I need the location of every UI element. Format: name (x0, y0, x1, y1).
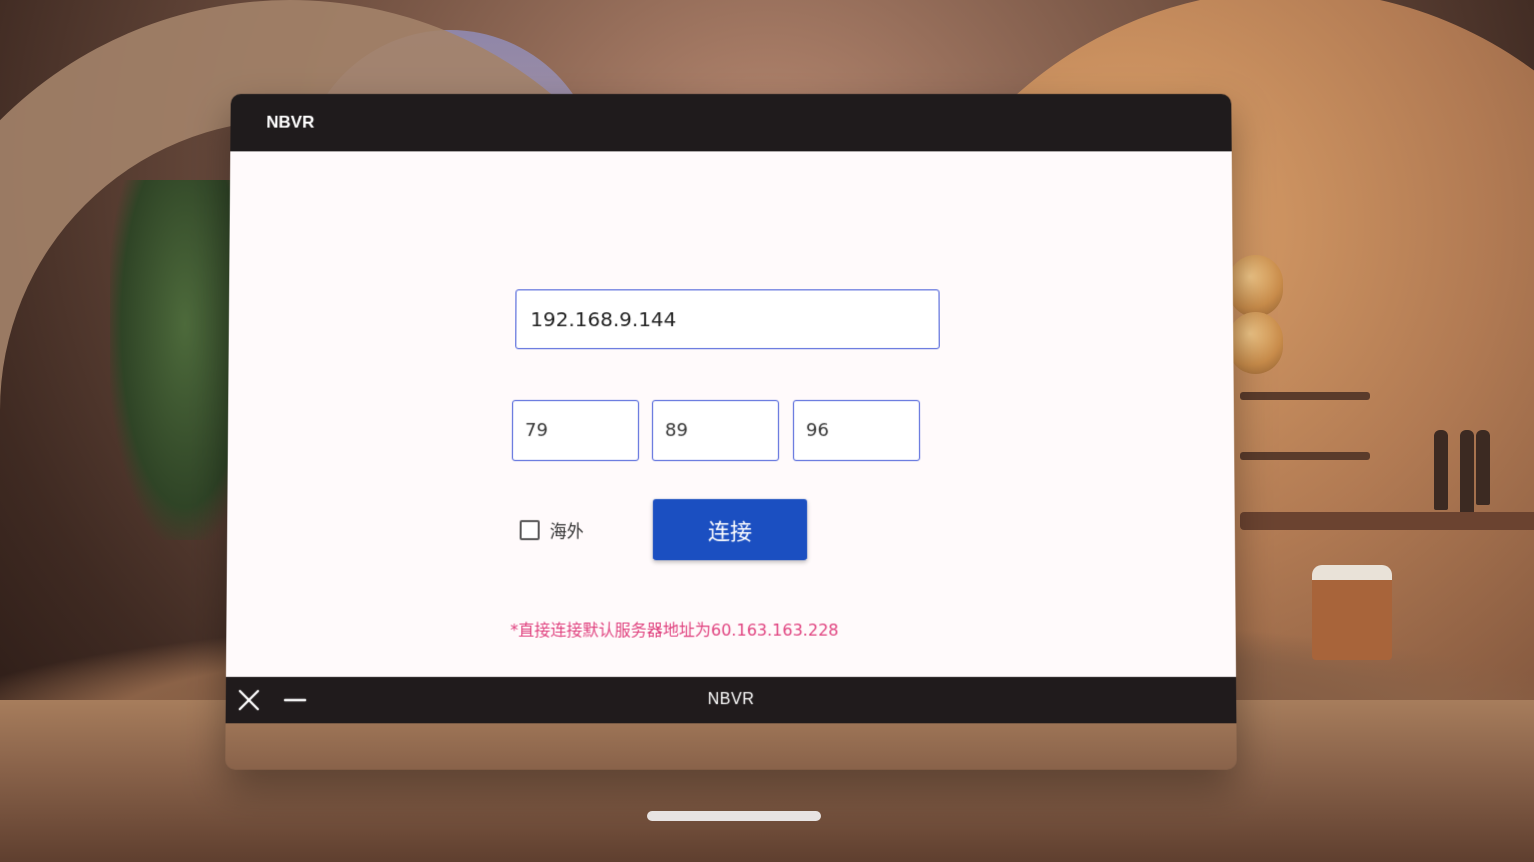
vase (1476, 430, 1490, 505)
hanging-lamp (1228, 255, 1283, 317)
window-titlebar[interactable]: NBVR (230, 93, 1232, 152)
minimize-icon (283, 688, 307, 712)
default-server-hint: *直接连接默认服务器地址为60.163.163.228 (510, 620, 839, 640)
system-home-indicator[interactable] (647, 811, 821, 821)
hanging-lamp (1228, 312, 1283, 374)
connection-panel: 海外 连接 *直接连接默认服务器地址为60.163.163.228 NBVR (225, 151, 1237, 724)
id-field-2[interactable] (651, 400, 780, 462)
id-field-3[interactable] (792, 400, 921, 462)
id-field-1[interactable] (511, 400, 640, 462)
wall-shelf (1240, 452, 1370, 460)
app-window: NBVR 海外 连接 *直接连接默认服务器地址为60.163.163.228 (225, 93, 1237, 770)
connect-button[interactable]: 连接 (652, 499, 808, 561)
vase (1434, 430, 1448, 510)
bottom-bar-title: NBVR (707, 691, 755, 709)
close-button[interactable] (226, 677, 273, 723)
close-icon (237, 688, 261, 712)
server-ip-input[interactable] (515, 289, 940, 350)
vase (1460, 430, 1474, 520)
stool (1312, 565, 1392, 660)
window-title: NBVR (266, 112, 315, 132)
window-bottom-bar: NBVR (225, 676, 1237, 724)
wall-shelf (1240, 392, 1370, 400)
minimize-button[interactable] (272, 677, 319, 723)
overseas-option[interactable]: 海外 (519, 517, 584, 543)
table (1240, 512, 1534, 530)
overseas-label: 海外 (549, 522, 584, 543)
overseas-checkbox[interactable] (519, 519, 540, 540)
